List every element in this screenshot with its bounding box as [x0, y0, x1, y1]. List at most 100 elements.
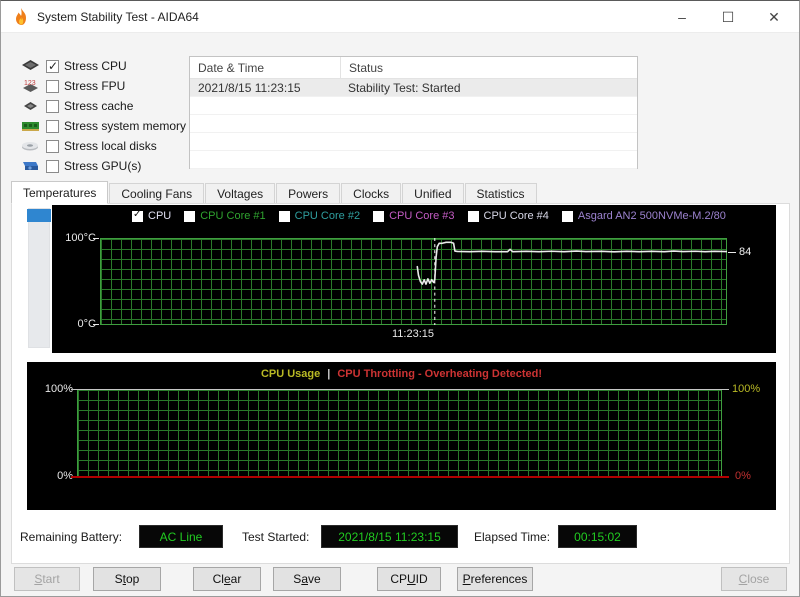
legend-label: CPU Core #4	[483, 210, 549, 222]
stress-option-label: Stress GPU(s)	[64, 159, 142, 173]
usage-y-max-left: 100%	[44, 383, 73, 395]
system-stability-test-window: System Stability Test - AIDA64 – ☐ ✕ Str…	[0, 0, 800, 597]
gpu-icon	[23, 162, 38, 170]
save-button[interactable]: Sa ve	[273, 567, 341, 591]
memory-icon	[22, 122, 39, 131]
stress-cache-option[interactable]: Stress cache	[21, 96, 133, 116]
stress-disks-checkbox[interactable]	[46, 139, 59, 153]
close-button[interactable]: ✕	[751, 1, 797, 33]
legend-item-core3[interactable]: CPU Core #3	[373, 210, 455, 222]
legend-label: Asgard AN2 500NVMe-M.2/80	[577, 210, 726, 222]
test-started-value: 2021/8/15 11:23:15	[338, 529, 441, 544]
temperatures-tab-page: CPU CPU Core #1 CPU Core #2 CPU Core #3 …	[11, 203, 790, 564]
cpu-usage-chart: CPU Usage | CPU Throttling - Overheating…	[27, 362, 776, 510]
temperature-plot	[416, 238, 727, 325]
stress-disks-option[interactable]: Stress local disks	[21, 136, 157, 156]
table-row	[190, 133, 637, 151]
column-header-status[interactable]: Status	[340, 57, 637, 78]
log-status-cell: Stability Test: Started	[348, 80, 461, 95]
battery-value: AC Line	[159, 529, 203, 544]
clear-button[interactable]: Cl e ar	[193, 567, 261, 591]
axis-tick	[93, 324, 99, 325]
stress-option-label: Stress CPU	[64, 59, 127, 73]
stress-gpu-checkbox[interactable]	[46, 159, 59, 173]
tab-voltages[interactable]: Voltages	[205, 183, 276, 204]
chart-tabs: Temperatures Cooling Fans Voltages Power…	[11, 181, 538, 204]
legend-core3-checkbox[interactable]	[373, 210, 385, 222]
time-axis-label: 11:23:15	[392, 328, 435, 340]
stress-option-label: Stress cache	[64, 99, 134, 113]
event-log-table: Date & Time Status 2021/8/15 11:23:15 St…	[189, 56, 638, 169]
legend-core4-checkbox[interactable]	[467, 210, 479, 222]
usage-y-min-right: 0%	[735, 470, 751, 482]
legend-item-core4[interactable]: CPU Core #4	[467, 210, 549, 222]
tab-temperatures[interactable]: Temperatures	[11, 181, 109, 204]
y-axis-min-label: 0°C	[77, 318, 96, 330]
legend-core1-checkbox[interactable]	[184, 210, 196, 222]
title-separator: |	[327, 368, 331, 380]
table-row	[190, 97, 637, 115]
column-header-datetime[interactable]: Date & Time	[190, 61, 340, 75]
elapsed-time-label: Elapsed Time:	[474, 530, 551, 544]
stress-fpu-checkbox[interactable]	[46, 79, 59, 93]
legend-item-cpu[interactable]: CPU	[132, 209, 172, 222]
throttling-line	[71, 476, 729, 478]
tab-cooling-fans[interactable]: Cooling Fans	[109, 183, 205, 204]
legend-item-core1[interactable]: CPU Core #1	[184, 210, 266, 222]
table-row	[190, 115, 637, 133]
stress-fpu-option[interactable]: 123 Stress FPU	[21, 76, 125, 96]
svg-text:123: 123	[24, 80, 36, 87]
stress-cpu-checkbox[interactable]	[46, 59, 59, 73]
stress-gpu-option[interactable]: Stress GPU(s)	[21, 156, 141, 176]
log-datetime-cell: 2021/8/15 11:23:15	[198, 80, 301, 95]
stress-option-label: Stress local disks	[64, 139, 157, 153]
stress-cache-checkbox[interactable]	[46, 99, 59, 113]
usage-y-max-right: 100%	[732, 383, 761, 395]
legend-item-core2[interactable]: CPU Core #2	[278, 210, 361, 222]
cpuid-button[interactable]: CP U ID	[377, 567, 441, 591]
y-axis-max-label: 100°C	[65, 232, 96, 244]
legend-label: CPU Core #2	[294, 210, 361, 222]
legend-core2-checkbox[interactable]	[278, 210, 290, 222]
temp-line	[416, 241, 727, 285]
stress-memory-checkbox[interactable]	[46, 119, 59, 133]
elapsed-time-value: 00:15:02	[574, 529, 621, 544]
usage-y-min-left: 0%	[57, 470, 73, 482]
minimize-button[interactable]: –	[659, 1, 705, 33]
tab-statistics[interactable]: Statistics	[464, 183, 537, 204]
test-started-display: 2021/8/15 11:23:15	[321, 525, 458, 548]
minimize-icon: –	[678, 9, 686, 25]
titlebar: System Stability Test - AIDA64 – ☐ ✕	[1, 1, 799, 33]
stress-cpu-option[interactable]: Stress CPU	[21, 56, 127, 76]
preferences-button[interactable]: Preferences	[457, 567, 533, 591]
chart-zoom-slider-thumb[interactable]	[27, 209, 51, 222]
chart-legend: CPU CPU Core #1 CPU Core #2 CPU Core #3 …	[132, 209, 726, 222]
legend-cpu-checkbox[interactable]	[132, 209, 143, 222]
legend-label: CPU	[148, 210, 172, 222]
usage-title: CPU Usage	[260, 368, 321, 380]
table-row	[190, 151, 637, 169]
window-title: System Stability Test - AIDA64	[37, 10, 199, 24]
maximize-icon: ☐	[721, 8, 735, 25]
chart-zoom-slider[interactable]	[27, 208, 51, 348]
tab-unified[interactable]: Unified	[402, 183, 464, 204]
legend-asgard-checkbox[interactable]	[561, 210, 573, 222]
tab-powers[interactable]: Powers	[276, 183, 341, 204]
axis-tick	[93, 238, 99, 239]
current-value-tick	[728, 252, 736, 253]
fpu-icon: 123	[23, 80, 38, 92]
tab-clocks[interactable]: Clocks	[341, 183, 402, 204]
current-temperature-value: 84	[739, 246, 752, 258]
legend-label: CPU Core #3	[389, 210, 455, 222]
battery-value-display: AC Line	[139, 525, 223, 548]
disk-icon	[22, 142, 38, 151]
stop-button[interactable]: St op	[93, 567, 161, 591]
temperature-chart: CPU CPU Core #1 CPU Core #2 CPU Core #3 …	[52, 205, 776, 353]
throttling-alert: CPU Throttling - Overheating Detected!	[337, 368, 543, 380]
stress-memory-option[interactable]: Stress system memory	[21, 116, 186, 136]
stress-option-label: Stress system memory	[64, 119, 187, 133]
legend-item-asgard-ssd[interactable]: Asgard AN2 500NVMe-M.2/80	[561, 210, 726, 222]
maximize-button[interactable]: ☐	[705, 1, 751, 33]
table-row[interactable]: 2021/8/15 11:23:15 Stability Test: Start…	[190, 79, 637, 97]
cpu-icon	[22, 60, 39, 70]
